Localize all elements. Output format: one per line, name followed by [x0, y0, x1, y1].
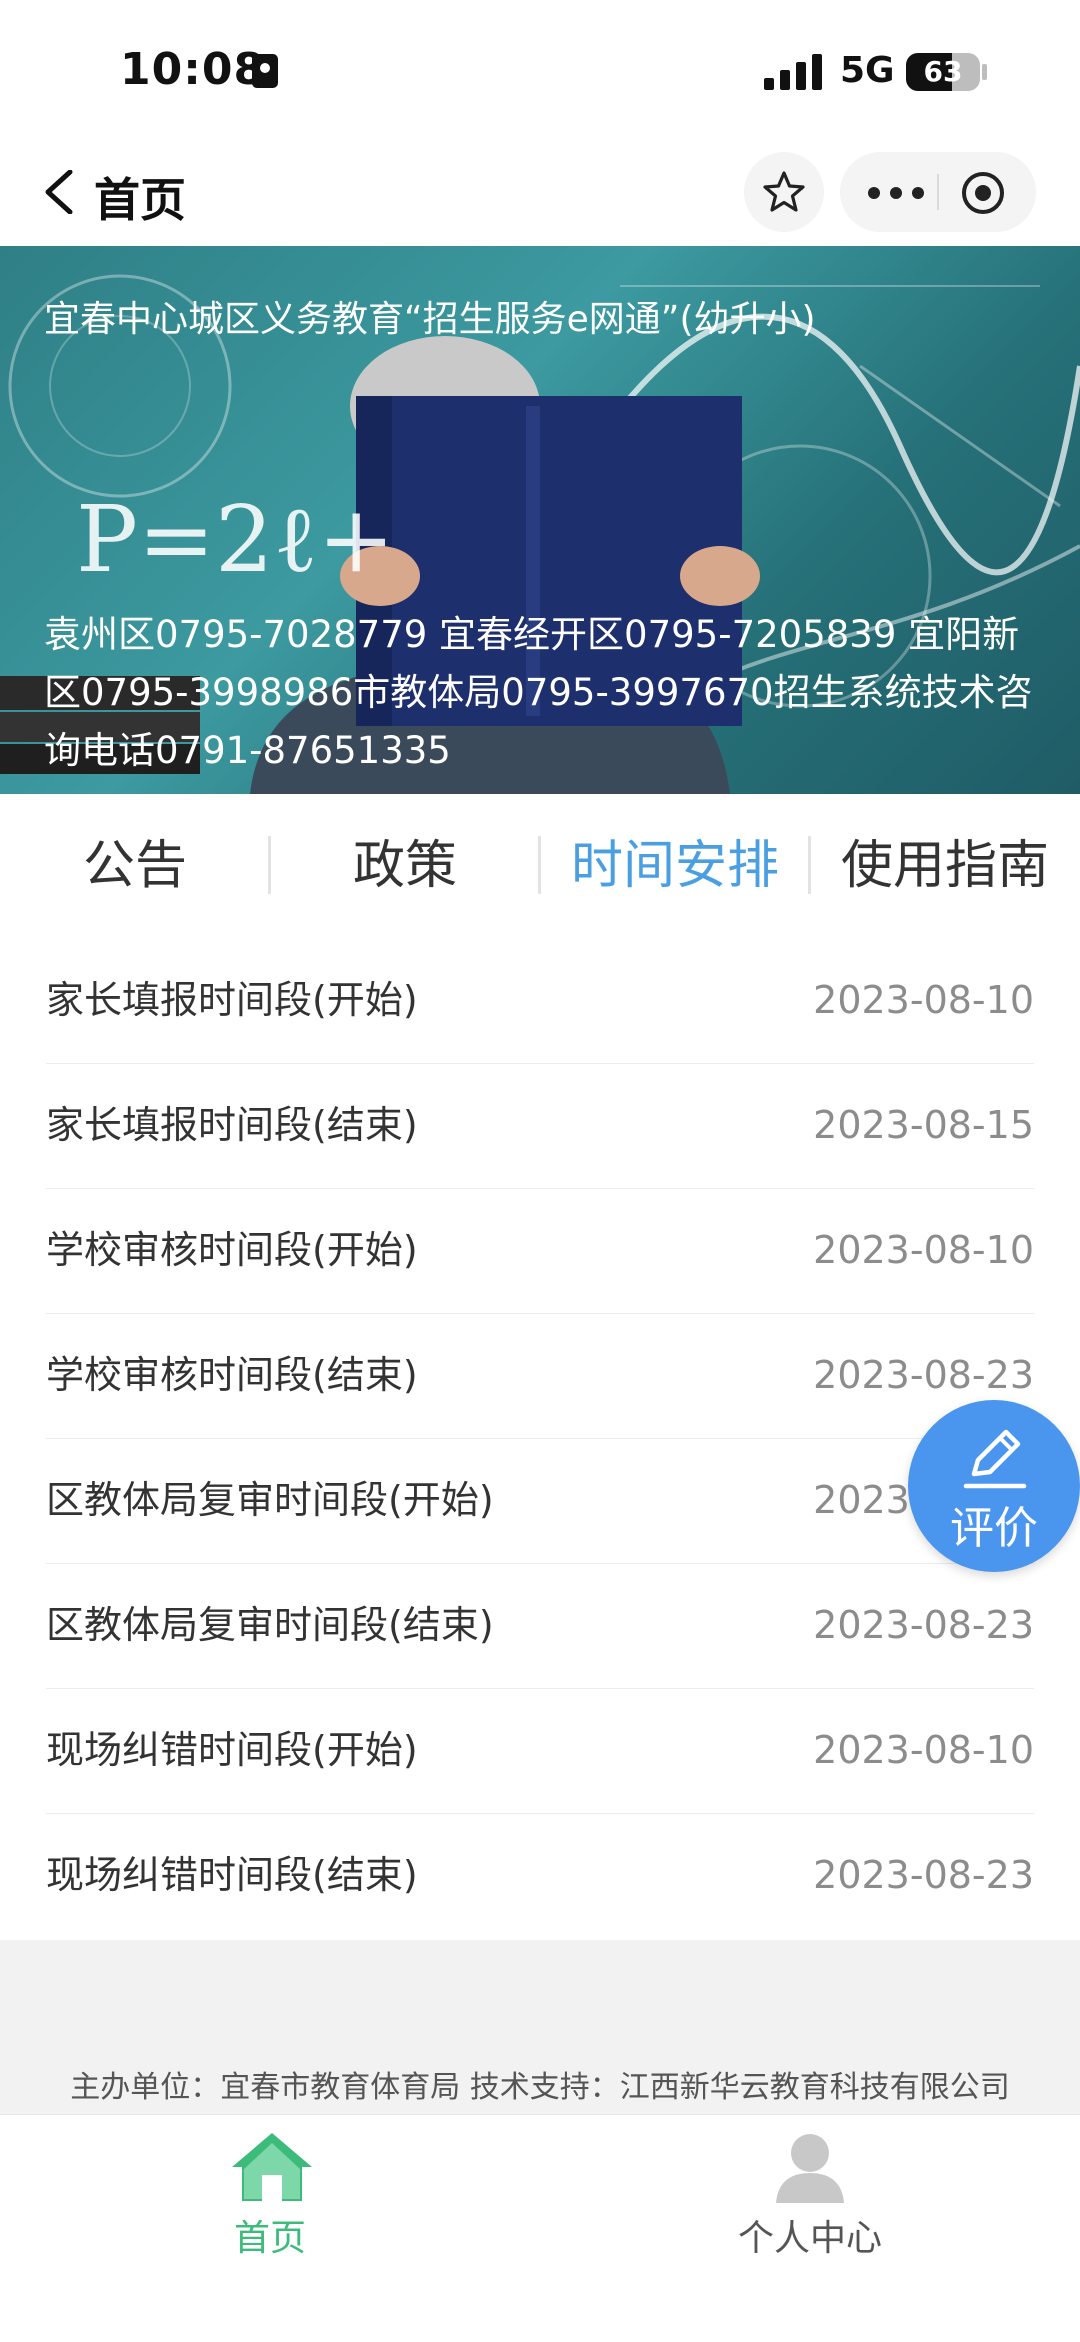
network-type: 5G: [840, 50, 895, 91]
tabbar-profile-label: 个人中心: [737, 2218, 882, 2259]
lock-icon: [252, 54, 278, 88]
list-item: 现场纠错时间段(结束) 2023-08-23: [46, 1813, 1034, 1938]
schedule-label: 区教体局复审时间段(开始): [46, 1478, 494, 1522]
banner: 宜春中心城区义务教育“招生服务e网通”(幼升小) P=2ℓ+ 袁州区0795-7…: [0, 246, 1080, 794]
banner-title: 宜春中心城区义务教育“招生服务e网通”(幼升小): [44, 299, 816, 340]
tabbar-home-label: 首页: [233, 2218, 306, 2259]
category-tabs: 公告 政策 时间安排 使用指南: [0, 794, 1080, 940]
schedule-date: 2023-08-23: [813, 1853, 1034, 1897]
schedule-date: 2023-08-10: [813, 1228, 1034, 1272]
tab-announcements[interactable]: 公告: [0, 794, 270, 938]
footer: 主办单位：宜春市教育体育局 技术支持：江西新华云教育科技有限公司: [0, 1940, 1080, 2114]
rate-button[interactable]: 评价: [908, 1400, 1080, 1572]
battery-icon: 63: [906, 53, 980, 91]
star-icon: [763, 171, 805, 212]
status-bar: 10:08 5G 63: [0, 0, 1080, 140]
list-item: 学校审核时间段(开始) 2023-08-10: [46, 1188, 1034, 1314]
schedule-date: 2023-08-15: [813, 1103, 1034, 1147]
schedule-label: 家长填报时间段(开始): [46, 978, 418, 1022]
banner-contact-info: 袁州区0795-7028779 宜春经开区0795-7205839 宜阳新区07…: [44, 613, 1033, 772]
tab-policy[interactable]: 政策: [270, 794, 540, 938]
pen-icon: [963, 1429, 1027, 1489]
schedule-list: 家长填报时间段(开始) 2023-08-10 家长填报时间段(结束) 2023-…: [0, 938, 1080, 1940]
miniprogram-capsule: [840, 152, 1036, 232]
battery-tip: [982, 64, 987, 80]
battery-level: 63: [923, 55, 963, 88]
schedule-label: 家长填报时间段(结束): [46, 1103, 418, 1147]
back-label: 首页: [94, 173, 186, 227]
list-item: 家长填报时间段(结束) 2023-08-15: [46, 1063, 1034, 1189]
bottom-tabbar: 首页 个人中心: [0, 2114, 1080, 2342]
list-item: 区教体局复审时间段(开始) 2023-08-10: [46, 1438, 1034, 1564]
tabbar-profile[interactable]: 个人中心: [710, 2129, 910, 2269]
list-item: 家长填报时间段(开始) 2023-08-10: [46, 938, 1034, 1064]
footer-credits: 主办单位：宜春市教育体育局 技术支持：江西新华云教育科技有限公司: [70, 2070, 1010, 2105]
schedule-date: 2023-08-23: [813, 1603, 1034, 1647]
rate-label: 评价: [950, 1503, 1038, 1554]
target-icon[interactable]: [960, 170, 1006, 216]
schedule-label: 区教体局复审时间段(结束): [46, 1603, 494, 1647]
schedule-label: 现场纠错时间段(开始): [46, 1728, 418, 1772]
status-time: 10:08: [120, 44, 266, 95]
back-button[interactable]: 首页: [44, 160, 204, 227]
list-item: 学校审核时间段(结束) 2023-08-23: [46, 1313, 1034, 1439]
signal-icon: [764, 54, 822, 90]
list-item: 现场纠错时间段(开始) 2023-08-10: [46, 1688, 1034, 1814]
tab-schedule[interactable]: 时间安排: [540, 794, 810, 938]
schedule-label: 学校审核时间段(开始): [46, 1228, 418, 1272]
back-icon: [45, 170, 73, 214]
tab-guide[interactable]: 使用指南: [810, 794, 1080, 938]
person-icon: [776, 2134, 844, 2203]
tabbar-home[interactable]: 首页: [170, 2129, 370, 2269]
capsule-divider: [937, 174, 939, 210]
favorite-button[interactable]: [744, 152, 824, 232]
list-item: 区教体局复审时间段(结束) 2023-08-23: [46, 1563, 1034, 1689]
schedule-label: 学校审核时间段(结束): [46, 1353, 418, 1397]
schedule-label: 现场纠错时间段(结束): [46, 1853, 418, 1897]
banner-formula: P=2ℓ+: [76, 486, 395, 593]
schedule-date: 2023-08-10: [813, 1728, 1034, 1772]
schedule-date: 2023-08-10: [813, 978, 1034, 1022]
more-icon[interactable]: [866, 186, 926, 200]
home-icon: [232, 2133, 312, 2201]
